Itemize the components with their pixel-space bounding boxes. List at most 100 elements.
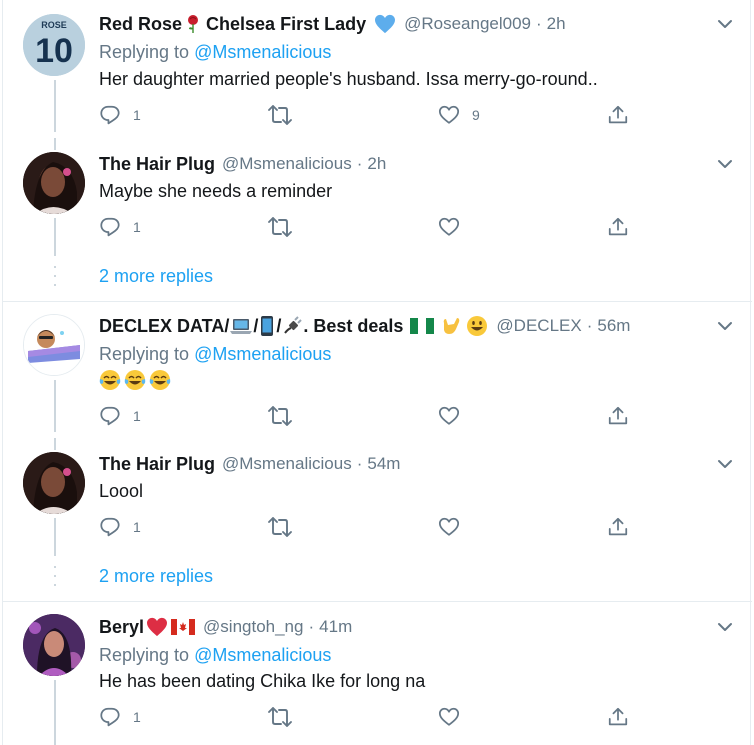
replying-to-mention[interactable]: @Msmenalicious — [194, 344, 331, 364]
reply-button[interactable]: 1 — [99, 405, 141, 427]
user-handle[interactable]: @Msmenalicious — [222, 452, 352, 476]
phone-emoji-icon — [261, 316, 274, 336]
tweet-text: He has been dating Chika Ike for long na — [99, 671, 426, 691]
reply-icon — [100, 105, 120, 125]
avatar[interactable] — [23, 152, 85, 214]
reply-count: 1 — [133, 709, 141, 725]
tweet-header: Red Rose Chelsea First Lady @Roseangel00… — [99, 12, 566, 36]
share-icon — [608, 105, 628, 124]
reply-button[interactable]: 1 — [99, 706, 141, 728]
more-replies-link[interactable]: 2 more replies — [99, 264, 213, 288]
share-button[interactable] — [607, 216, 629, 238]
display-name[interactable]: The Hair Plug — [99, 452, 215, 476]
share-icon — [608, 406, 628, 425]
timestamp[interactable]: 54m — [367, 452, 400, 476]
replying-to-mention[interactable]: @Msmenalicious — [194, 645, 331, 665]
display-name[interactable]: Beryl — [99, 615, 144, 639]
share-button[interactable] — [607, 516, 629, 538]
share-icon — [608, 707, 628, 726]
avatar-badge-top: ROSE — [41, 20, 67, 30]
timestamp[interactable]: 2h — [367, 152, 386, 176]
avatar[interactable] — [23, 614, 85, 676]
user-handle[interactable]: @DECLEX — [496, 314, 581, 338]
timestamp[interactable]: 41m — [319, 615, 352, 639]
like-button[interactable] — [438, 216, 460, 238]
separator-dot: · — [586, 316, 593, 335]
timestamp[interactable]: 56m — [597, 314, 630, 338]
reply-icon — [100, 217, 120, 237]
rose-emoji-icon — [188, 15, 199, 33]
like-button[interactable] — [438, 706, 460, 728]
retweet-button[interactable] — [267, 516, 293, 538]
avatar-image — [23, 152, 85, 214]
display-name-part[interactable]: / — [276, 314, 281, 338]
chevron-down-icon[interactable] — [715, 154, 735, 174]
share-button[interactable] — [607, 405, 629, 427]
retweet-button[interactable] — [267, 104, 293, 126]
share-button[interactable] — [607, 706, 629, 728]
replying-to: Replying to @Msmenalicious — [99, 40, 331, 64]
heart-icon — [438, 105, 460, 124]
canada-flag-icon — [171, 619, 196, 635]
replying-to-label: Replying to — [99, 344, 190, 364]
reply-icon — [100, 707, 120, 727]
divider — [3, 301, 752, 302]
laptop-emoji-icon — [230, 319, 253, 334]
retweet-icon — [268, 217, 292, 237]
chevron-down-icon[interactable] — [715, 617, 735, 637]
thread-line — [54, 218, 56, 256]
reply-icon — [100, 406, 120, 426]
like-count: 9 — [472, 107, 480, 123]
more-replies-dots — [53, 566, 57, 586]
replying-to: Replying to @Msmenalicious — [99, 643, 331, 667]
display-name-tail[interactable]: Chelsea First Lady — [206, 12, 366, 36]
tweet-text-emoji — [99, 368, 171, 392]
display-name-part[interactable]: / — [253, 314, 258, 338]
reply-icon — [100, 517, 120, 537]
heart-icon — [438, 406, 460, 425]
reply-count: 1 — [133, 107, 141, 123]
reply-button[interactable]: 1 — [99, 104, 141, 126]
separator-dot: · — [536, 14, 542, 33]
tweet-header: The Hair Plug @Msmenalicious · 2h — [99, 152, 386, 176]
user-handle[interactable]: @Roseangel009 — [404, 12, 531, 36]
retweet-button[interactable] — [267, 405, 293, 427]
display-name[interactable]: Red Rose — [99, 12, 182, 36]
like-button[interactable] — [438, 516, 460, 538]
thread-line — [54, 380, 56, 432]
share-button[interactable] — [607, 104, 629, 126]
reply-count: 1 — [133, 219, 141, 235]
replying-to-mention[interactable]: @Msmenalicious — [194, 42, 331, 62]
like-button[interactable]: 9 — [438, 104, 480, 126]
separator-dot: · — [356, 454, 363, 473]
heart-icon — [438, 707, 460, 726]
like-button[interactable] — [438, 405, 460, 427]
avatar-image: ROSE 10 — [23, 14, 85, 76]
reply-button[interactable]: 1 — [99, 216, 141, 238]
replying-to: Replying to @Msmenalicious — [99, 342, 331, 366]
user-handle[interactable]: @Msmenalicious — [222, 152, 352, 176]
user-handle[interactable]: @singtoh_ng — [203, 615, 303, 639]
chevron-down-icon[interactable] — [715, 454, 735, 474]
reply-count: 1 — [133, 519, 141, 535]
call-me-hand-emoji-icon — [444, 318, 460, 334]
avatar[interactable]: ROSE 10 — [23, 14, 85, 76]
avatar[interactable] — [23, 452, 85, 514]
more-replies-link[interactable]: 2 more replies — [99, 564, 213, 588]
retweet-icon — [268, 707, 292, 727]
replying-to-label: Replying to — [99, 42, 190, 62]
reply-button[interactable]: 1 — [99, 516, 141, 538]
display-name[interactable]: The Hair Plug — [99, 152, 215, 176]
timestamp[interactable]: 2h — [547, 12, 566, 36]
chevron-down-icon[interactable] — [715, 14, 735, 34]
retweet-icon — [268, 406, 292, 426]
avatar[interactable] — [23, 314, 85, 376]
retweet-button[interactable] — [267, 706, 293, 728]
chevron-down-icon[interactable] — [715, 316, 735, 336]
tweet-header: Beryl @singtoh_ng · 41m — [99, 615, 352, 639]
display-name-part[interactable]: DECLEX DATA/ — [99, 314, 229, 338]
display-name-part[interactable]: . Best deals — [303, 314, 403, 338]
tears-of-joy-emoji-icon — [99, 370, 171, 390]
avatar-image — [24, 315, 84, 375]
retweet-button[interactable] — [267, 216, 293, 238]
